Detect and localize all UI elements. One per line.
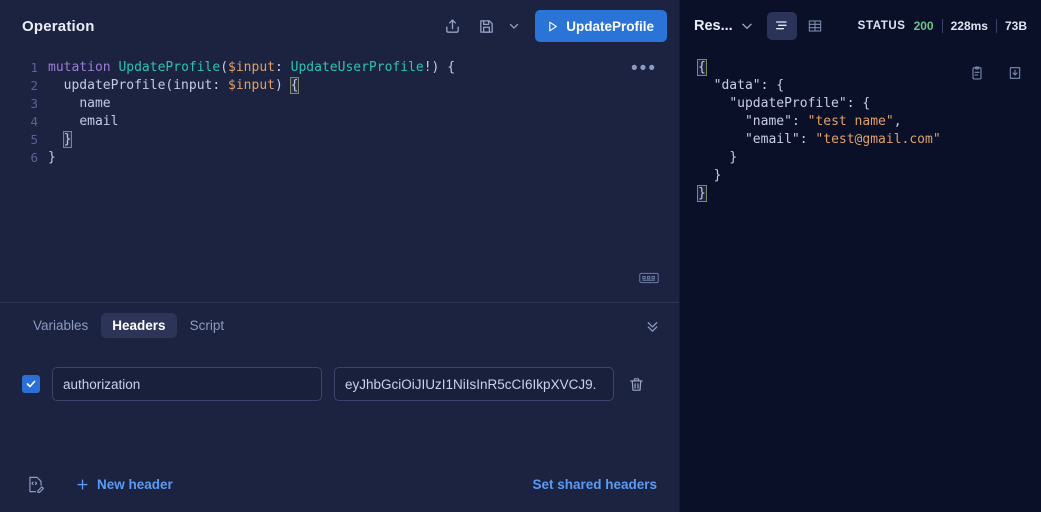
response-chevron-down-icon[interactable] <box>736 16 758 36</box>
graphql-code-editor[interactable]: 1 mutation UpdateProfile($input: UpdateUs… <box>0 52 679 302</box>
graphql-client-window: Operation UpdateProfile 1 mutation Updat… <box>0 0 1041 512</box>
double-chevron-down-icon[interactable] <box>640 313 665 338</box>
json-line: } <box>729 150 738 165</box>
set-shared-headers-link[interactable]: Set shared headers <box>532 477 657 492</box>
code-text: } <box>62 131 73 148</box>
request-tabs: Variables Headers Script <box>0 303 679 347</box>
code-line: 4 email <box>0 113 679 131</box>
response-body: { "data": { "updateProfile": { "name": "… <box>680 52 1041 512</box>
share-upload-icon[interactable] <box>437 11 467 41</box>
response-toolbar: Res... STATUS 200 228ms 73B <box>680 0 1041 52</box>
code-lines[interactable]: 1 mutation UpdateProfile($input: UpdateUs… <box>0 52 679 167</box>
header-enabled-checkbox[interactable] <box>22 375 40 393</box>
tab-headers[interactable]: Headers <box>101 312 177 338</box>
meta-separator <box>995 19 997 33</box>
line-number: 3 <box>30 96 38 111</box>
header-key-input[interactable] <box>52 367 322 401</box>
new-header-label: New header <box>97 476 173 492</box>
document-edit-icon[interactable] <box>26 475 45 494</box>
response-time: 228ms <box>950 19 988 33</box>
operation-pane: Operation UpdateProfile 1 mutation Updat… <box>0 0 680 512</box>
header-row <box>0 367 679 401</box>
code-text: mutation UpdateProfile($input: UpdateUse… <box>48 60 456 75</box>
meta-separator <box>941 19 943 33</box>
code-line: 1 mutation UpdateProfile($input: UpdateUs… <box>0 59 679 77</box>
panel-title: Operation <box>22 17 95 35</box>
code-text: } <box>48 150 56 165</box>
tab-script[interactable]: Script <box>179 313 236 338</box>
code-line: 5 } <box>0 131 679 149</box>
header-value-input[interactable] <box>334 367 614 401</box>
response-size: 73B <box>1004 19 1027 33</box>
run-operation-button[interactable]: UpdateProfile <box>535 10 667 42</box>
status-code: 200 <box>913 19 934 33</box>
response-tools <box>965 61 1027 85</box>
response-meta: STATUS 200 228ms 73B <box>858 19 1031 33</box>
line-number: 5 <box>30 132 38 147</box>
line-number: 1 <box>30 60 38 75</box>
status-label: STATUS <box>857 20 906 32</box>
code-line: 2 updateProfile(input: $input) { <box>0 77 679 95</box>
response-panel-title: Res... <box>694 18 733 34</box>
json-line: } <box>697 185 707 202</box>
table-view-table-grid-icon[interactable] <box>800 12 830 40</box>
plus-icon <box>75 477 90 492</box>
tab-variables[interactable]: Variables <box>22 313 99 338</box>
operation-toolbar: Operation UpdateProfile <box>0 0 679 52</box>
floppy-save-icon[interactable] <box>471 11 501 41</box>
clipboard-icon[interactable] <box>965 61 989 85</box>
code-text: name <box>79 96 111 111</box>
json-line: "email": "test@gmail.com" <box>744 132 941 147</box>
line-number: 4 <box>30 114 38 129</box>
json-line: "updateProfile": { <box>729 96 871 111</box>
save-options-chevron-down-icon[interactable] <box>505 13 523 39</box>
ellipsis-icon[interactable]: ••• <box>631 59 657 78</box>
keyboard-icon[interactable] <box>639 271 659 290</box>
operation-actions: UpdateProfile <box>437 10 667 42</box>
code-text: updateProfile(input: $input) { <box>63 77 300 94</box>
headers-footer: New header Set shared headers <box>0 456 679 512</box>
code-text: email <box>79 114 119 129</box>
json-line: "name": "test name", <box>744 114 902 129</box>
download-icon[interactable] <box>1003 61 1027 85</box>
headers-list <box>0 347 679 456</box>
code-line: 6} <box>0 149 679 167</box>
run-button-label: UpdateProfile <box>566 18 654 34</box>
play-icon <box>546 20 559 33</box>
trash-icon[interactable] <box>626 376 645 393</box>
json-line: } <box>713 168 722 183</box>
line-number: 2 <box>30 78 38 93</box>
code-line: 3 name <box>0 95 679 113</box>
response-pane: Res... STATUS 200 228ms 73B {"data": {… <box>680 0 1041 512</box>
formatted-view-lines-list-icon[interactable] <box>766 12 797 40</box>
new-header-button[interactable]: New header <box>75 477 173 492</box>
line-number: 6 <box>30 150 38 165</box>
